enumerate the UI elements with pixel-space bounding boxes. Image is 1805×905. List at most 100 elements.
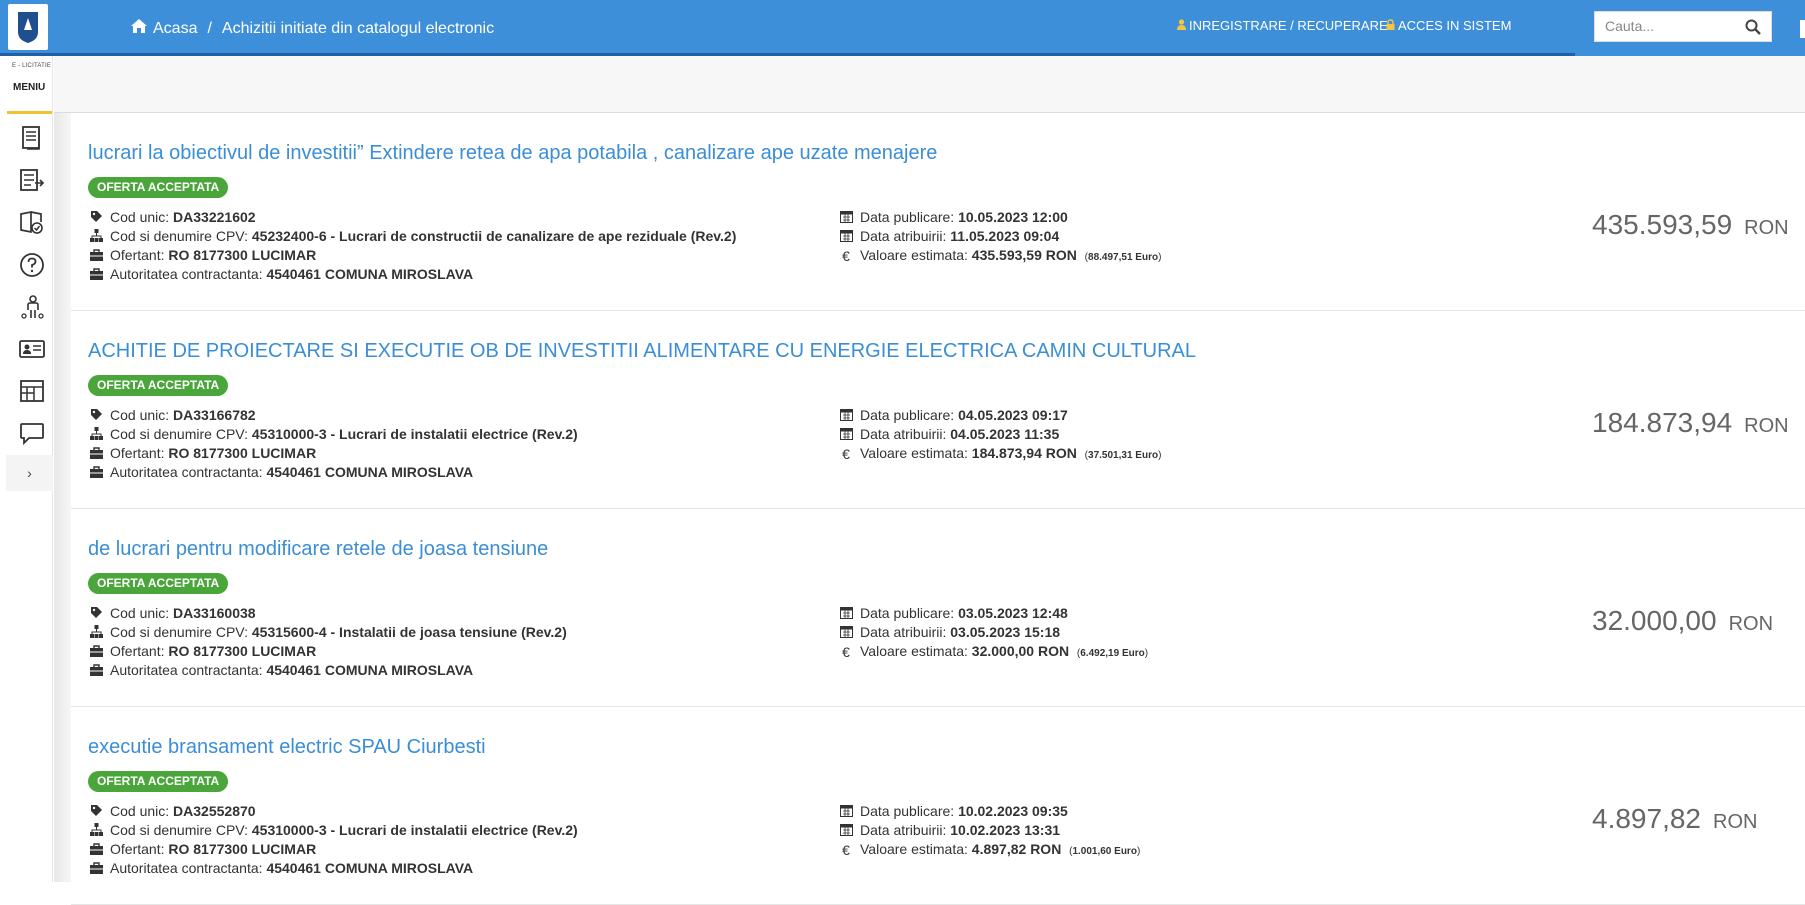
search-icon[interactable] (1745, 19, 1761, 40)
euro-label: Euro (1135, 450, 1159, 461)
cod-unic-value: DA33160038 (173, 605, 256, 621)
item-title-link[interactable]: de lucrari pentru modificare retele de j… (88, 538, 548, 561)
tag-icon (88, 804, 104, 820)
valoare-value: 435.593,59 (971, 247, 1042, 263)
breadcrumb-home[interactable]: Acasa (153, 20, 197, 38)
top-bar: Acasa / Achizitii initiate din catalogul… (0, 0, 1805, 56)
document-icon[interactable] (19, 125, 45, 151)
euro-label: Euro (1121, 648, 1145, 659)
valoare-euro-value: 6.492,19 (1080, 648, 1120, 659)
cpv-label: Cod si denumire CPV: (110, 426, 248, 442)
cod-unic-row: Cod unic: DA33166782 (88, 407, 256, 424)
cod-unic-label: Cod unic: (110, 209, 170, 225)
id-card-icon[interactable] (19, 336, 45, 362)
chat-icon[interactable] (19, 420, 45, 446)
briefcase-icon (88, 446, 104, 462)
valoare-row: € Valoare estimata: 435.593,59 RON (88.49… (838, 247, 1161, 264)
price-value: 435.593,59 (1592, 209, 1733, 240)
briefcase-icon (88, 842, 104, 858)
register-link[interactable]: INREGISTRARE / RECUPERARE (1177, 18, 1388, 33)
list-item: executie bransament electric SPAU Ciurbe… (71, 707, 1805, 905)
register-label: INREGISTRARE / RECUPERARE (1189, 18, 1388, 33)
login-link[interactable]: ACCES IN SISTEM (1386, 18, 1511, 33)
calendar-icon (838, 804, 854, 820)
ofertant-label: Ofertant: (110, 841, 165, 857)
euro-label: Euro (1114, 846, 1137, 857)
autoritate-label: Autoritatea contractanta: (110, 860, 263, 876)
sitemap-icon (88, 427, 104, 443)
cpv-row: Cod si denumire CPV: 45232400-6 - Lucrar… (88, 228, 736, 245)
euro-icon: € (842, 644, 850, 660)
autoritate-value: 4540461 COMUNA MIROSLAVA (266, 464, 474, 480)
status-badge: OFERTA ACCEPTATA (88, 573, 229, 594)
euro-icon: € (842, 248, 850, 264)
search-input[interactable] (1605, 18, 1745, 34)
euro-icon: € (842, 446, 850, 462)
sitemap-icon (88, 625, 104, 641)
header-edge (1800, 20, 1805, 38)
valoare-label: Valoare estimata: (860, 841, 968, 857)
price-display: 4.897,82 RON (1592, 803, 1757, 835)
data-atribuirii-label: Data atribuirii: (860, 426, 947, 442)
data-publicare-label: Data publicare: (860, 605, 955, 621)
ofertant-label: Ofertant: (110, 643, 165, 659)
results-list: lucrari la obiectivul de investitii” Ext… (71, 113, 1805, 905)
sidebar-expand-button[interactable]: › (6, 455, 53, 491)
ofertant-value: RO 8177300 LUCIMAR (168, 445, 317, 461)
calendar-icon (838, 625, 854, 641)
autoritate-label: Autoritatea contractanta: (110, 662, 263, 678)
data-publicare-value: 04.05.2023 09:17 (958, 407, 1068, 423)
ofertant-value: RO 8177300 LUCIMAR (168, 841, 317, 857)
list-export-icon[interactable] (19, 167, 45, 193)
price-value: 32.000,00 (1592, 605, 1717, 636)
catalog-icon[interactable] (19, 378, 45, 404)
briefcase-icon (88, 267, 104, 283)
autoritate-row: Autoritatea contractanta: 4540461 COMUNA… (88, 266, 473, 283)
price-display: 184.873,94 RON (1592, 407, 1789, 439)
cod-unic-value: DA33221602 (173, 209, 256, 225)
valoare-currency: RON (1045, 445, 1077, 461)
valoare-currency: RON (1037, 643, 1070, 659)
site-logo[interactable] (8, 4, 48, 50)
valoare-value: 32.000,00 (971, 643, 1035, 659)
autoritate-label: Autoritatea contractanta: (110, 464, 263, 480)
ofertant-row: Ofertant: RO 8177300 LUCIMAR (88, 247, 316, 264)
person-tree-icon[interactable] (19, 294, 45, 320)
valoare-euro-value: 1.001,60 (1072, 846, 1112, 857)
cod-unic-label: Cod unic: (110, 407, 170, 423)
data-atribuirii-label: Data atribuirii: (860, 624, 947, 640)
help-circle-icon[interactable] (19, 252, 45, 278)
item-title-link[interactable]: ACHITIE DE PROIECTARE SI EXECUTIE OB DE … (88, 340, 1196, 363)
data-atribuirii-label: Data atribuirii: (860, 228, 947, 244)
lock-icon (1386, 18, 1395, 33)
data-publicare-value: 03.05.2023 12:48 (958, 605, 1068, 621)
data-atribuirii-row: Data atribuirii: 10.02.2023 13:31 (838, 822, 1060, 839)
autoritate-row: Autoritatea contractanta: 4540461 COMUNA… (88, 860, 473, 877)
checklist-book-icon[interactable] (19, 209, 45, 235)
euro-icon: € (842, 842, 850, 858)
home-icon[interactable] (130, 18, 148, 39)
ofertant-value: RO 8177300 LUCIMAR (168, 643, 317, 659)
list-item: de lucrari pentru modificare retele de j… (71, 509, 1805, 707)
menu-label[interactable]: MENIU (13, 82, 45, 93)
status-badge: OFERTA ACCEPTATA (88, 375, 229, 396)
ofertant-value: RO 8177300 LUCIMAR (168, 247, 317, 263)
valoare-euro-value: 37.501,31 (1088, 450, 1133, 461)
calendar-icon (838, 606, 854, 622)
data-publicare-label: Data publicare: (860, 209, 955, 225)
cpv-row: Cod si denumire CPV: 45310000-3 - Lucrar… (88, 822, 578, 839)
data-atribuirii-row: Data atribuirii: 04.05.2023 11:35 (838, 426, 1059, 443)
search-box (1594, 11, 1772, 42)
valoare-label: Valoare estimata: (860, 445, 968, 461)
valoare-row: € Valoare estimata: 184.873,94 RON (37.50… (838, 445, 1161, 462)
item-title-link[interactable]: executie bransament electric SPAU Ciurbe… (88, 736, 486, 759)
valoare-currency: RON (1045, 247, 1077, 263)
ofertant-label: Ofertant: (110, 445, 165, 461)
status-badge: OFERTA ACCEPTATA (88, 177, 229, 198)
cod-unic-row: Cod unic: DA33221602 (88, 209, 256, 226)
data-atribuirii-value: 03.05.2023 15:18 (950, 624, 1061, 640)
price-currency: RON (1713, 811, 1758, 833)
price-display: 435.593,59 RON (1592, 209, 1789, 241)
item-title-link[interactable]: lucrari la obiectivul de investitii” Ext… (88, 142, 937, 165)
data-atribuirii-value: 04.05.2023 11:35 (950, 426, 1060, 442)
